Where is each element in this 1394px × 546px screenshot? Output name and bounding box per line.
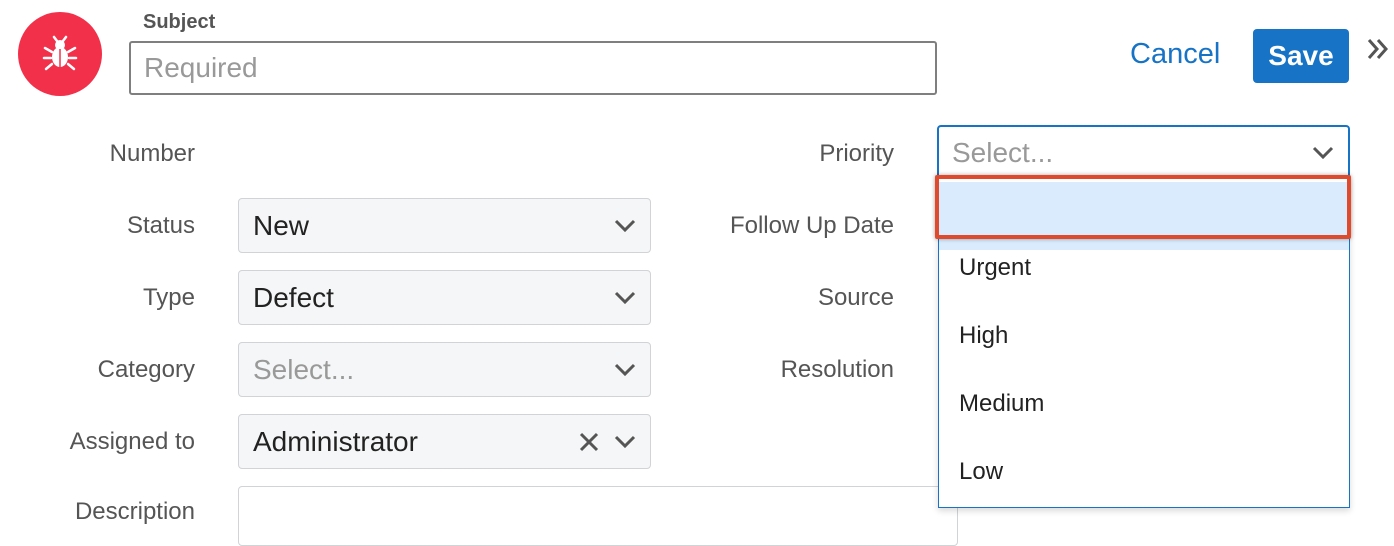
category-label: Category xyxy=(97,356,195,383)
assigned-to-label: Assigned to xyxy=(69,428,195,455)
follow-up-date-label: Follow Up Date xyxy=(729,212,894,239)
bug-icon xyxy=(42,35,78,71)
description-label: Description xyxy=(74,498,195,525)
chevron-down-icon xyxy=(614,219,636,232)
number-label: Number xyxy=(109,140,195,167)
subject-input[interactable]: Required xyxy=(129,41,937,95)
double-chevron-right-icon[interactable] xyxy=(1366,30,1390,70)
priority-option-high[interactable]: High xyxy=(939,302,1349,370)
subject-label: Subject xyxy=(143,11,216,33)
assigned-to-value: Administrator xyxy=(253,425,418,457)
priority-option-low[interactable]: Low xyxy=(939,438,1349,506)
type-label: Type xyxy=(142,284,195,311)
assigned-to-select[interactable]: Administrator xyxy=(238,414,651,469)
chevron-down-icon xyxy=(1312,146,1334,159)
status-select[interactable]: New xyxy=(238,198,651,253)
category-placeholder: Select... xyxy=(253,353,355,385)
priority-dropdown: Urgent High Medium Low xyxy=(938,178,1350,508)
chevron-down-icon xyxy=(614,291,636,304)
status-value: New xyxy=(253,209,310,241)
priority-label: Priority xyxy=(819,140,894,167)
category-select[interactable]: Select... xyxy=(238,342,651,397)
record-type-avatar xyxy=(18,12,102,96)
clear-icon[interactable] xyxy=(578,431,600,453)
description-textarea[interactable] xyxy=(238,486,958,546)
subject-placeholder: Required xyxy=(144,52,258,83)
priority-placeholder: Select... xyxy=(952,136,1054,168)
resolution-label: Resolution xyxy=(780,356,894,383)
save-button[interactable]: Save xyxy=(1253,29,1349,83)
priority-select[interactable]: Select... xyxy=(937,125,1350,180)
type-select[interactable]: Defect xyxy=(238,270,651,325)
chevron-down-icon xyxy=(614,363,636,376)
cancel-button[interactable]: Cancel xyxy=(1130,38,1220,71)
chevron-down-icon xyxy=(614,435,636,448)
priority-option-medium[interactable]: Medium xyxy=(939,370,1349,438)
status-label: Status xyxy=(126,212,195,239)
type-value: Defect xyxy=(253,281,334,313)
source-label: Source xyxy=(817,284,894,311)
priority-option-urgent[interactable]: Urgent xyxy=(939,234,1349,302)
